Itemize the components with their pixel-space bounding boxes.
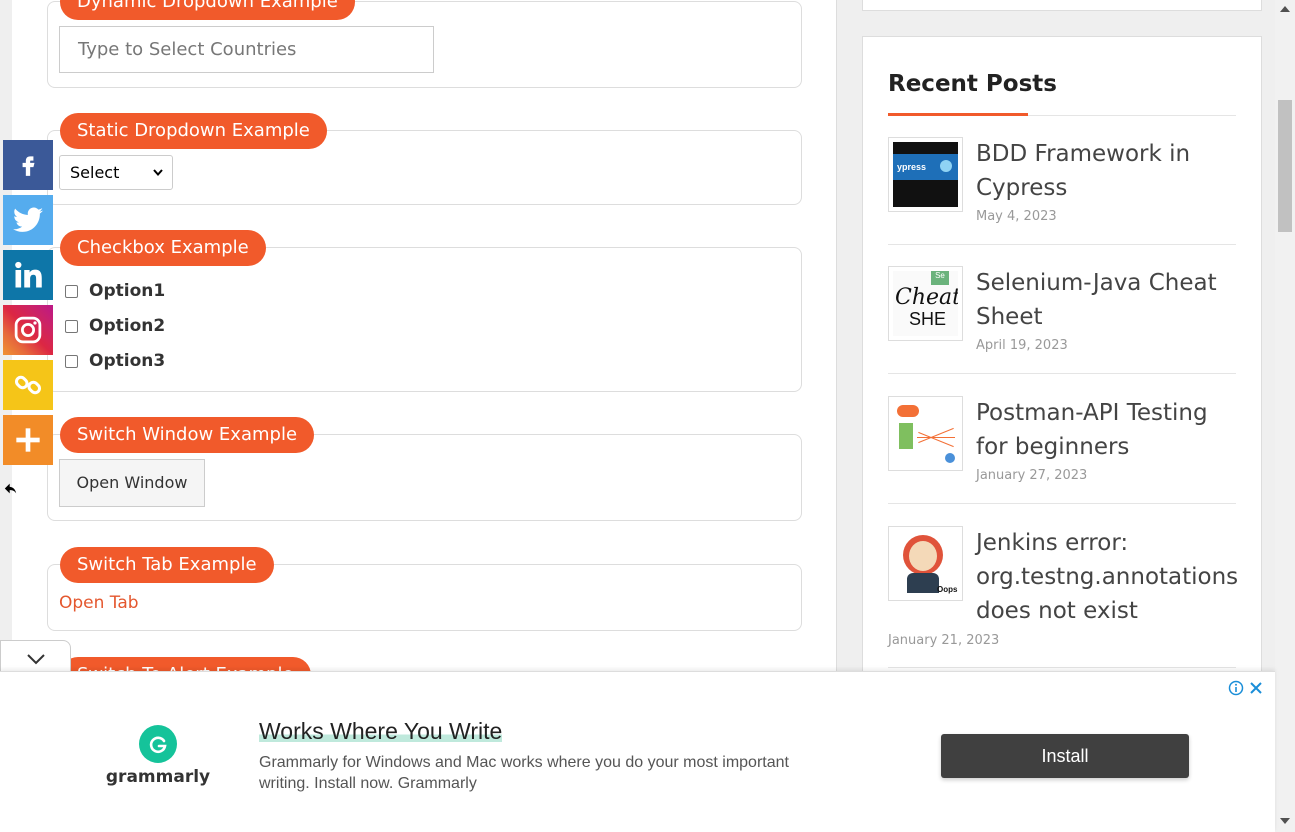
switch-window-section: Switch Window Example Open Window [47,417,802,521]
recent-posts-widget: Recent Posts ypress BDD Framework in Cyp… [862,36,1262,686]
ad-info-icon[interactable] [1228,680,1244,696]
switch-window-legend: Switch Window Example [60,417,315,453]
recent-post-item[interactable]: Postman-API Testing for beginners Januar… [888,396,1236,496]
recent-posts-title: Recent Posts [888,71,1057,97]
more-share-button[interactable] [3,415,53,465]
divider [888,244,1236,245]
grammarly-logo[interactable]: grammarly [98,725,218,787]
divider [888,503,1236,504]
ad-banner[interactable]: grammarly Works Where You Write Grammarl… [0,671,1275,832]
ad-close-icon[interactable] [1248,680,1264,696]
post-title-link[interactable]: Selenium-Java Cheat Sheet [976,266,1236,334]
post-title-link[interactable]: Postman-API Testing for beginners [976,396,1236,464]
post-date: January 21, 2023 [888,633,1000,648]
scroll-down-arrow-icon[interactable] [1280,818,1290,824]
more-icon [16,428,40,452]
divider [888,667,1236,668]
ad-brand-name: grammarly [105,767,211,787]
grammarly-g-icon [139,725,177,763]
copy-link-icon [14,375,42,395]
switch-tab-section: Switch Tab Example Open Tab [47,547,802,631]
scrollbar-thumb[interactable] [1278,100,1292,232]
twitter-icon [13,207,43,232]
ad-headline[interactable]: Works Where You Write [259,718,503,745]
ad-content[interactable]: grammarly Works Where You Write Grammarl… [10,680,1265,832]
ad-body-text[interactable]: Grammarly for Windows and Mac works wher… [259,752,839,794]
post-thumbnail[interactable]: Oops! [888,526,963,601]
checkbox-option-2[interactable]: Option2 [65,314,165,338]
static-dropdown-legend: Static Dropdown Example [60,113,327,149]
post-title-link[interactable]: BDD Framework in Cypress [976,137,1236,205]
post-date: May 4, 2023 [976,209,1057,224]
checkbox-label: Option2 [89,316,166,336]
post-thumbnail[interactable] [888,396,963,471]
recent-post-item[interactable]: Cheat SHE Se Selenium-Java Cheat Sheet A… [888,266,1236,366]
static-dropdown-section: Static Dropdown Example Select [47,113,802,205]
static-dropdown-select[interactable]: Select [59,155,173,190]
linkedin-icon [15,261,42,288]
checkbox-legend: Checkbox Example [60,230,266,266]
page-scrollbar[interactable] [1275,0,1295,832]
checkbox-2[interactable] [65,319,78,333]
chevron-down-icon [26,653,45,664]
static-dropdown-selected: Select [70,163,120,182]
switch-tab-legend: Switch Tab Example [60,547,274,583]
checkbox-1[interactable] [65,284,78,298]
copy-link-share-button[interactable] [3,360,53,410]
chevron-down-icon [152,156,164,202]
post-thumbnail[interactable]: ypress [888,137,963,212]
instagram-share-button[interactable] [3,305,53,355]
dynamic-dropdown-section: Dynamic Dropdown Example Type to Select … [47,0,802,88]
facebook-share-button[interactable] [3,140,53,190]
open-window-button[interactable]: Open Window [59,459,205,507]
post-date: April 19, 2023 [976,338,1068,353]
twitter-share-button[interactable] [3,195,53,245]
checkbox-label: Option1 [89,281,166,301]
checkbox-section: Checkbox Example Option1 Option2 Option3 [47,230,802,392]
post-date: January 27, 2023 [976,468,1088,483]
dynamic-dropdown-legend: Dynamic Dropdown Example [60,0,355,20]
recent-post-item[interactable]: Oops! Jenkins error: org.testng.annotati… [888,526,1238,666]
facebook-icon [22,156,35,176]
open-tab-link[interactable]: Open Tab [59,593,139,613]
instagram-icon [14,316,42,344]
page: Dynamic Dropdown Example Type to Select … [0,0,1295,832]
hide-share-bar-icon[interactable] [4,482,17,498]
sidebar-top-widget [862,0,1262,11]
title-underline [888,113,1028,116]
country-autocomplete-input[interactable]: Type to Select Countries [59,26,434,73]
checkbox-option-3[interactable]: Option3 [65,349,165,373]
checkbox-label: Option3 [89,351,166,371]
recent-post-item[interactable]: ypress BDD Framework in Cypress May 4, 2… [888,137,1236,237]
ad-install-button[interactable]: Install [941,734,1189,778]
linkedin-share-button[interactable] [3,250,53,300]
checkbox-option-1[interactable]: Option1 [65,279,165,303]
post-title-link[interactable]: Jenkins error: org.testng.annotations do… [976,526,1238,628]
divider [888,373,1236,374]
main-content: Dynamic Dropdown Example Type to Select … [12,0,837,734]
post-thumbnail[interactable]: Cheat SHE Se [888,266,963,341]
checkbox-3[interactable] [65,354,78,368]
scroll-up-arrow-icon[interactable] [1280,6,1290,12]
